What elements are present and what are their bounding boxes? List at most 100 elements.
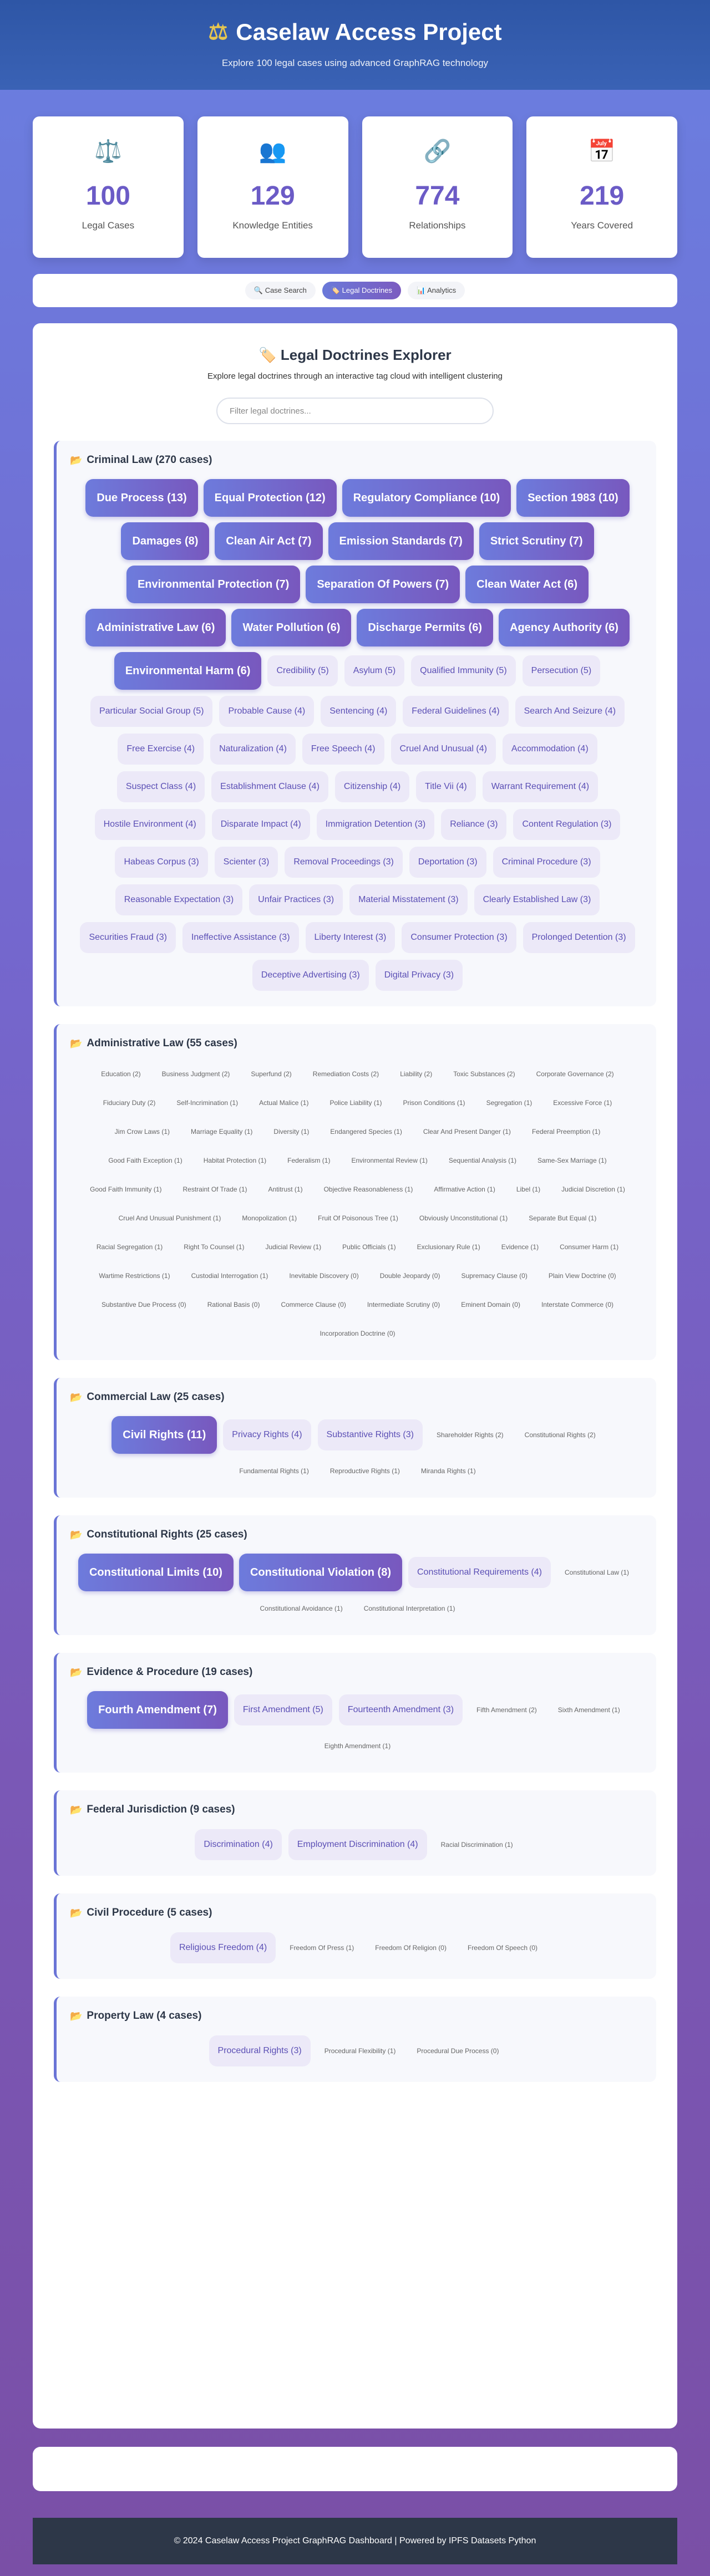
doctrine-tag[interactable]: Fourth Amendment (7) [87, 1691, 228, 1729]
doctrine-tag[interactable]: Sequential Analysis (1) [441, 1150, 524, 1170]
doctrine-tag[interactable]: Freedom Of Speech (0) [460, 1938, 545, 1958]
doctrine-tag[interactable]: Environmental Protection (7) [126, 566, 301, 603]
doctrine-tag[interactable]: Consumer Harm (1) [552, 1237, 626, 1257]
tab-analytics[interactable]: 📊 Analytics [407, 282, 465, 299]
doctrine-tag[interactable]: Police Liability (1) [322, 1093, 389, 1113]
doctrine-tag[interactable]: Custodial Interrogation (1) [184, 1266, 276, 1286]
doctrine-tag[interactable]: Immigration Detention (3) [316, 809, 435, 840]
doctrine-tag[interactable]: Disparate Impact (4) [211, 809, 310, 840]
doctrine-tag[interactable]: Cruel And Unusual (4) [390, 734, 496, 765]
doctrine-tag[interactable]: Judicial Review (1) [257, 1237, 329, 1257]
doctrine-tag[interactable]: Hostile Environment (4) [94, 809, 205, 840]
doctrine-tag[interactable]: Federalism (1) [280, 1150, 338, 1170]
doctrine-tag[interactable]: Constitutional Avoidance (1) [252, 1598, 351, 1618]
doctrine-tag[interactable]: Right To Counsel (1) [176, 1237, 252, 1257]
doctrine-tag[interactable]: Civil Rights (11) [111, 1416, 217, 1454]
doctrine-tag[interactable]: Obviously Unconstitutional (1) [412, 1208, 515, 1228]
doctrine-tag[interactable]: Material Misstatement (3) [349, 884, 468, 915]
doctrine-tag[interactable]: Ineffective Assistance (3) [182, 922, 299, 953]
doctrine-tag[interactable]: Racial Segregation (1) [89, 1237, 170, 1257]
doctrine-tag[interactable]: Good Faith Exception (1) [100, 1150, 190, 1170]
doctrine-tag[interactable]: Clear And Present Danger (1) [415, 1122, 519, 1142]
doctrine-tag[interactable]: Removal Proceedings (3) [285, 847, 403, 878]
doctrine-tag[interactable]: Securities Fraud (3) [80, 922, 176, 953]
doctrine-tag[interactable]: Federal Preemption (1) [524, 1122, 608, 1142]
doctrine-tag[interactable]: Reasonable Expectation (3) [115, 884, 243, 915]
doctrine-tag[interactable]: Damages (8) [121, 522, 210, 560]
doctrine-tag[interactable]: Criminal Procedure (3) [493, 847, 600, 878]
doctrine-tag[interactable]: Jim Crow Laws (1) [107, 1122, 178, 1142]
doctrine-tag[interactable]: Shareholder Rights (2) [429, 1425, 511, 1445]
doctrine-tag[interactable]: Cruel And Unusual Punishment (1) [111, 1208, 229, 1228]
doctrine-tag[interactable]: Liability (2) [392, 1064, 440, 1084]
doctrine-tag[interactable]: Habitat Protection (1) [196, 1150, 274, 1170]
doctrine-tag[interactable]: Monopolization (1) [234, 1208, 305, 1228]
doctrine-tag[interactable]: Plain View Doctrine (0) [541, 1266, 624, 1286]
doctrine-tag[interactable]: Fruit Of Poisonous Tree (1) [310, 1208, 406, 1228]
doctrine-tag[interactable]: Commerce Clause (0) [273, 1295, 353, 1315]
doctrine-tag[interactable]: Objective Reasonableness (1) [316, 1179, 421, 1199]
doctrine-tag[interactable]: Self-Incrimination (1) [169, 1093, 246, 1113]
doctrine-tag[interactable]: Same-Sex Marriage (1) [530, 1150, 615, 1170]
doctrine-tag[interactable]: Unfair Practices (3) [249, 884, 343, 915]
doctrine-tag[interactable]: Strict Scrutiny (7) [479, 522, 594, 560]
doctrine-tag[interactable]: Liberty Interest (3) [305, 922, 395, 953]
doctrine-tag[interactable]: Evidence (1) [494, 1237, 546, 1257]
tab-case-search[interactable]: 🔍 Case Search [245, 282, 316, 299]
doctrine-tag[interactable]: Reliance (3) [441, 809, 507, 840]
doctrine-tag[interactable]: Religious Freedom (4) [170, 1932, 276, 1963]
doctrine-filter-input[interactable] [216, 398, 494, 424]
doctrine-tag[interactable]: Segregation (1) [479, 1093, 540, 1113]
doctrine-tag[interactable]: Title Vii (4) [416, 771, 476, 802]
doctrine-tag[interactable]: Free Exercise (4) [118, 734, 204, 765]
doctrine-tag[interactable]: Toxic Substances (2) [445, 1064, 523, 1084]
doctrine-tag[interactable]: Eminent Domain (0) [453, 1295, 528, 1315]
doctrine-tag[interactable]: Separate But Equal (1) [521, 1208, 604, 1228]
doctrine-tag[interactable]: Consumer Protection (3) [402, 922, 516, 953]
doctrine-tag[interactable]: First Amendment (5) [234, 1694, 332, 1725]
doctrine-tag[interactable]: Water Pollution (6) [231, 609, 352, 646]
doctrine-tag[interactable]: Credibility (5) [267, 655, 338, 686]
doctrine-tag[interactable]: Marriage Equality (1) [183, 1122, 260, 1142]
doctrine-tag[interactable]: Probable Cause (4) [219, 696, 315, 727]
doctrine-tag[interactable]: Privacy Rights (4) [223, 1419, 311, 1450]
doctrine-tag[interactable]: Intermediate Scrutiny (0) [359, 1295, 448, 1315]
doctrine-tag[interactable]: Clean Water Act (6) [465, 566, 589, 603]
doctrine-tag[interactable]: Deportation (3) [409, 847, 486, 878]
doctrine-tag[interactable]: Scienter (3) [214, 847, 278, 878]
doctrine-tag[interactable]: Procedural Due Process (0) [409, 2041, 506, 2061]
doctrine-tag[interactable]: Clearly Established Law (3) [474, 884, 600, 915]
doctrine-tag[interactable]: Persecution (5) [522, 655, 601, 686]
doctrine-tag[interactable]: Restraint Of Trade (1) [175, 1179, 255, 1199]
doctrine-tag[interactable]: Search And Seizure (4) [515, 696, 625, 727]
doctrine-tag[interactable]: Miranda Rights (1) [413, 1461, 484, 1481]
doctrine-tag[interactable]: Inevitable Discovery (0) [281, 1266, 366, 1286]
doctrine-tag[interactable]: Fundamental Rights (1) [231, 1461, 316, 1481]
doctrine-tag[interactable]: Environmental Harm (6) [114, 652, 262, 690]
doctrine-tag[interactable]: Superfund (2) [243, 1064, 299, 1084]
doctrine-tag[interactable]: Suspect Class (4) [116, 771, 205, 802]
doctrine-tag[interactable]: Particular Social Group (5) [90, 696, 213, 727]
doctrine-tag[interactable]: Eighth Amendment (1) [317, 1736, 398, 1756]
doctrine-tag[interactable]: Good Faith Immunity (1) [82, 1179, 169, 1199]
doctrine-tag[interactable]: Libel (1) [509, 1179, 548, 1199]
doctrine-tag[interactable]: Fifth Amendment (2) [469, 1700, 545, 1720]
doctrine-tag[interactable]: Sixth Amendment (1) [550, 1700, 628, 1720]
doctrine-tag[interactable]: Agency Authority (6) [499, 609, 630, 646]
doctrine-tag[interactable]: Establishment Clause (4) [211, 771, 328, 802]
doctrine-tag[interactable]: Freedom Of Press (1) [282, 1938, 362, 1958]
doctrine-tag[interactable]: Constitutional Violation (8) [239, 1554, 402, 1591]
doctrine-tag[interactable]: Due Process (13) [85, 479, 198, 517]
doctrine-tag[interactable]: Employment Discrimination (4) [288, 1829, 427, 1860]
doctrine-tag[interactable]: Affirmative Action (1) [426, 1179, 503, 1199]
doctrine-tag[interactable]: Deceptive Advertising (3) [252, 960, 369, 991]
doctrine-tag[interactable]: Section 1983 (10) [516, 479, 630, 517]
doctrine-tag[interactable]: Prison Conditions (1) [395, 1093, 473, 1113]
doctrine-tag[interactable]: Naturalization (4) [210, 734, 296, 765]
doctrine-tag[interactable]: Rational Basis (0) [200, 1295, 268, 1315]
doctrine-tag[interactable]: Free Speech (4) [302, 734, 384, 765]
doctrine-tag[interactable]: Federal Guidelines (4) [403, 696, 509, 727]
doctrine-tag[interactable]: Racial Discrimination (1) [433, 1835, 521, 1855]
doctrine-tag[interactable]: Double Jeopardy (0) [372, 1266, 448, 1286]
doctrine-tag[interactable]: Emission Standards (7) [328, 522, 474, 560]
